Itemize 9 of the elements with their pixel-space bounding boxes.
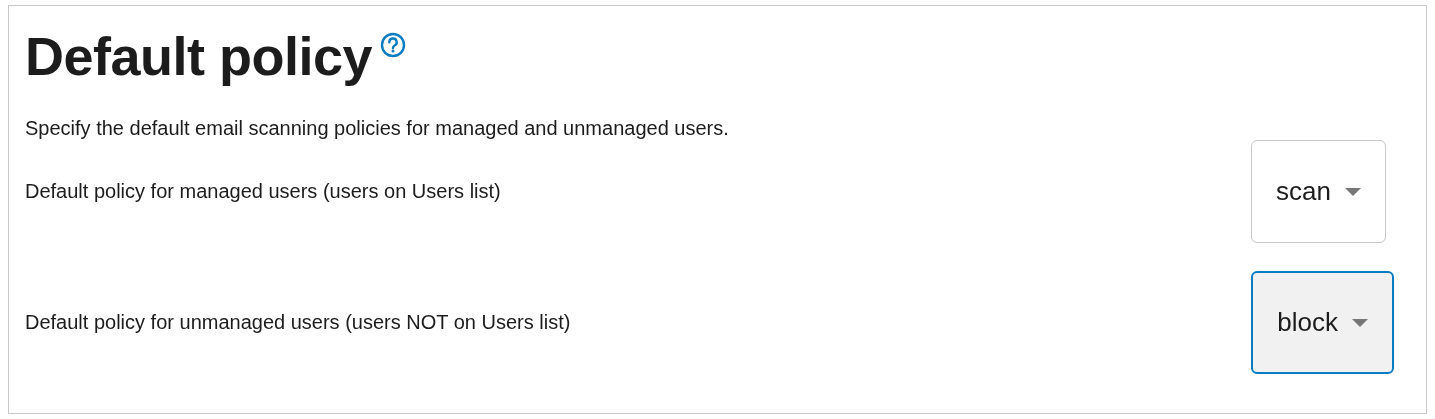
help-icon[interactable] xyxy=(380,32,407,58)
policy-label: Default policy for managed users (users on Users list) xyxy=(25,180,501,203)
description-text: Specify the default email scanning policies for managed and unmanaged users. xyxy=(25,116,730,140)
policy-label: Default policy for unmanaged users (users NOT on Users list) xyxy=(25,311,571,334)
caret-icon xyxy=(1345,187,1361,196)
policy-dropdown[interactable]: scan xyxy=(1251,140,1386,243)
policy-dropdown[interactable]: block xyxy=(1251,271,1394,374)
caret-icon xyxy=(1352,318,1368,327)
section-title: Default policy xyxy=(25,25,373,88)
